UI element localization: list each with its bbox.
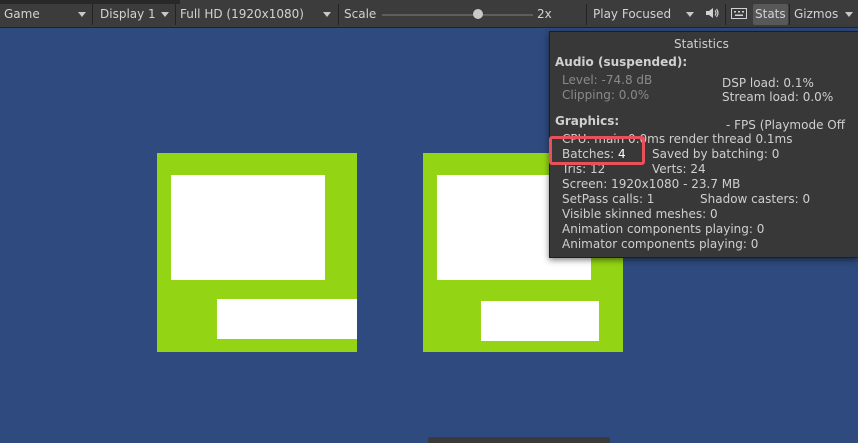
separator	[92, 4, 93, 25]
play-mode-label: Play Focused	[593, 7, 672, 21]
stats-label: Stats	[755, 7, 786, 21]
visible-skinned-meshes: Visible skinned meshes: 0	[562, 207, 718, 221]
saved-by-batching: Saved by batching: 0	[652, 147, 780, 161]
graphics-header: Graphics:	[555, 114, 620, 128]
statistics-title: Statistics	[674, 37, 729, 51]
separator	[586, 4, 587, 25]
mute-audio-button[interactable]	[700, 4, 724, 25]
speaker-icon	[705, 7, 719, 22]
scale-value: 2x	[533, 4, 557, 25]
white-rect-small	[481, 301, 599, 341]
verts: Verts: 24	[652, 162, 706, 176]
resize-handle[interactable]	[428, 437, 610, 443]
stream-load: Stream load: 0.0%	[722, 90, 834, 104]
display-label: Display 1	[100, 7, 156, 21]
view-dropdown[interactable]: Game	[0, 4, 91, 25]
play-mode-dropdown[interactable]: Play Focused	[589, 4, 699, 25]
scale-slider-track[interactable]	[382, 14, 534, 16]
white-rect-small	[217, 299, 357, 339]
scale-label: Scale	[340, 4, 380, 25]
gizmos-dropdown[interactable]: Gizmos	[790, 4, 858, 25]
white-rect-large	[171, 175, 325, 280]
green-panel-left	[157, 153, 357, 352]
resolution-label: Full HD (1920x1080)	[180, 7, 304, 21]
batches-highlight-box	[549, 136, 645, 165]
separator	[338, 4, 339, 25]
screen-info: Screen: 1920x1080 - 23.7 MB	[562, 177, 741, 191]
dsp-load: DSP load: 0.1%	[722, 76, 814, 90]
audio-level: Level: -74.8 dB	[562, 73, 653, 87]
setpass-calls: SetPass calls: 1	[562, 192, 655, 206]
audio-clipping: Clipping: 0.0%	[562, 88, 650, 102]
animator-components: Animator components playing: 0	[562, 237, 759, 251]
audio-header: Audio (suspended):	[555, 55, 688, 69]
fps: - FPS (Playmode Off	[726, 118, 845, 132]
game-view-toolbar: Game Display 1 Full HD (1920x1080) Scale…	[0, 0, 858, 28]
display-dropdown[interactable]: Display 1	[96, 4, 174, 25]
shadow-casters: Shadow casters: 0	[700, 192, 811, 206]
stats-toggle-button[interactable]: Stats	[753, 4, 788, 25]
keyboard-shortcuts-button[interactable]	[727, 4, 751, 25]
separator	[725, 4, 726, 25]
animation-components: Animation components playing: 0	[562, 222, 765, 236]
scale-slider-knob[interactable]	[472, 9, 483, 19]
resolution-dropdown[interactable]: Full HD (1920x1080)	[176, 4, 336, 25]
view-label: Game	[4, 7, 40, 21]
gizmos-label: Gizmos	[794, 7, 839, 21]
keyboard-icon	[731, 7, 747, 22]
